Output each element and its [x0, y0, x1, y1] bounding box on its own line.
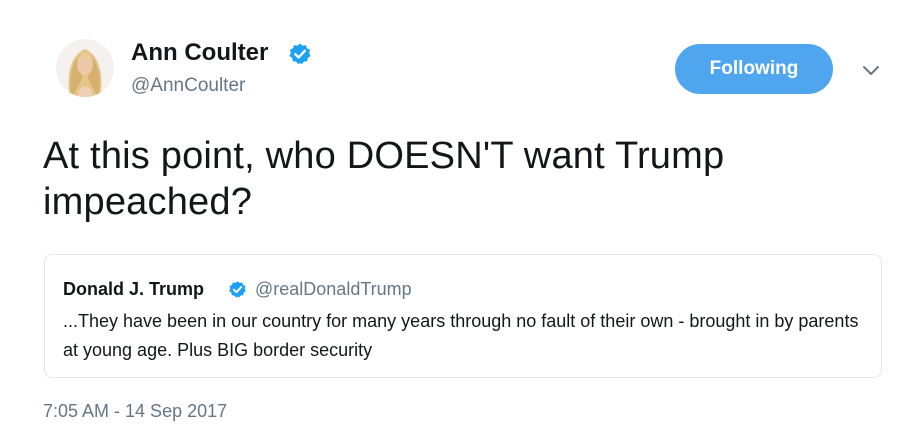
quoted-tweet[interactable]: Donald J. Trump @realDonaldTrump ...They…: [44, 254, 882, 378]
quoted-tweet-handle: @realDonaldTrump: [255, 279, 412, 299]
chevron-down-icon[interactable]: [858, 58, 884, 84]
author-handle[interactable]: @AnnCoulter: [131, 74, 245, 98]
profile-photo: [56, 39, 114, 97]
verified-badge-icon: [228, 280, 247, 299]
quoted-tweet-display-name: Donald J. Trump: [63, 279, 205, 299]
quoted-tweet-text: ...They have been in our country for man…: [63, 311, 859, 360]
tweet-timestamp[interactable]: 7:05 AM - 14 Sep 2017: [43, 400, 227, 422]
following-button[interactable]: Following: [675, 44, 833, 94]
tweet-text: At this point, who DOESN'T want Trump im…: [43, 135, 725, 223]
verified-badge-icon: [288, 42, 312, 66]
display-name[interactable]: Ann Coulter: [131, 38, 268, 68]
avatar[interactable]: [56, 39, 114, 97]
